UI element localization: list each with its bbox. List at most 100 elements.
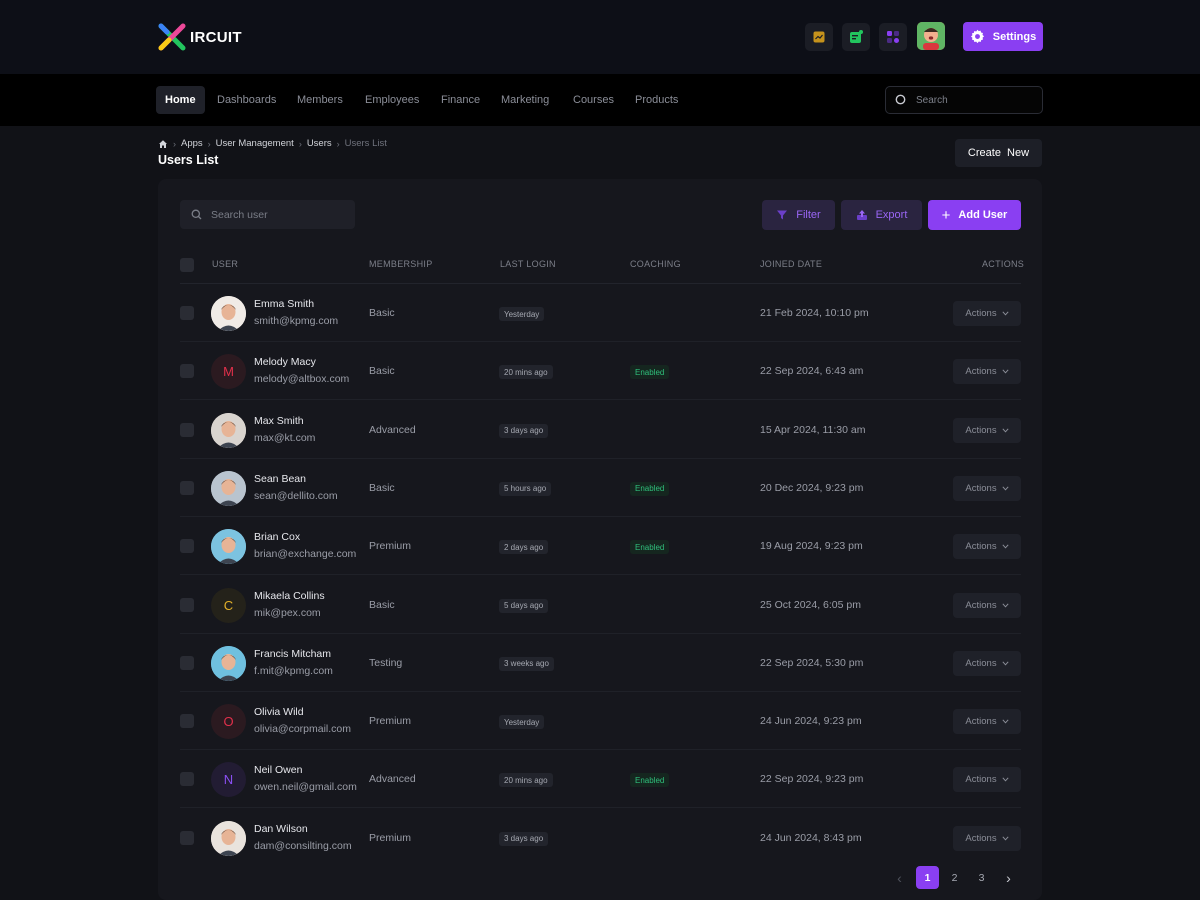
actions-dropdown-button[interactable]: Actions (953, 359, 1021, 385)
table-row[interactable]: O Olivia Wild olivia@corpmail.com Premiu… (158, 692, 1042, 751)
avatar (211, 470, 246, 506)
table-row[interactable]: Dan Wilson dam@consilting.com Premium 3 … (158, 809, 1042, 867)
brand-logo[interactable]: IRCUIT (157, 22, 242, 52)
breadcrumb-users[interactable]: Users (307, 138, 332, 149)
actions-label: Actions (965, 657, 997, 669)
nav-item-marketing[interactable]: Marketing (492, 86, 558, 114)
membership-value: Advanced (369, 423, 416, 436)
membership-value: Basic (369, 598, 395, 611)
row-checkbox[interactable] (180, 597, 194, 612)
filter-label: Filter (796, 209, 821, 221)
filter-button[interactable]: Filter (762, 200, 835, 230)
header-coaching[interactable]: COACHING (630, 259, 681, 269)
pagination-page-2[interactable]: 2 (943, 866, 966, 889)
row-checkbox[interactable] (180, 364, 194, 379)
nav-item-employees[interactable]: Employees (356, 86, 428, 114)
user-name[interactable]: Max Smith (254, 415, 304, 427)
last-login-badge: 3 weeks ago (499, 656, 554, 671)
actions-dropdown-button[interactable]: Actions (953, 534, 1021, 560)
actions-dropdown-button[interactable]: Actions (953, 709, 1021, 735)
pagination-next-button[interactable]: › (997, 866, 1020, 889)
membership-value: Premium (369, 715, 412, 728)
header-user[interactable]: USER (212, 259, 238, 269)
export-button[interactable]: Export (841, 200, 922, 230)
user-email: sean@dellito.com (254, 489, 338, 502)
table-row[interactable]: Sean Bean sean@dellito.com Basic 5 hours… (158, 459, 1042, 517)
user-name[interactable]: Olivia Wild (254, 706, 304, 718)
document-icon (850, 30, 863, 43)
row-checkbox[interactable] (180, 539, 194, 554)
chevron-right-icon: › (173, 138, 176, 149)
chevron-right-icon: › (298, 138, 302, 149)
avatar (211, 645, 246, 681)
add-user-button[interactable]: + Add User (928, 200, 1021, 230)
pagination-prev-button[interactable]: ‹ (888, 866, 911, 889)
chevron-down-icon (1002, 777, 1009, 782)
user-avatar[interactable] (917, 22, 945, 50)
nav-item-products[interactable]: Products (626, 86, 687, 114)
row-checkbox[interactable] (180, 830, 194, 845)
table-row[interactable]: Brian Cox brian@exchange.com Premium 2 d… (158, 517, 1042, 576)
breadcrumb-user-management[interactable]: User Management (216, 138, 294, 149)
actions-dropdown-button[interactable]: Actions (953, 825, 1021, 851)
last-login-badge: 20 mins ago (499, 365, 553, 380)
actions-dropdown-button[interactable]: Actions (953, 767, 1021, 793)
actions-dropdown-button[interactable]: Actions (953, 592, 1021, 618)
user-name[interactable]: Sean Bean (254, 473, 306, 485)
pagination-page-1[interactable]: 1 (916, 866, 939, 889)
actions-dropdown-button[interactable]: Actions (953, 301, 1021, 326)
search-user-input[interactable]: Search user (180, 200, 355, 229)
chart-app-button[interactable] (805, 23, 833, 51)
last-login-badge: 3 days ago (499, 423, 549, 438)
home-icon[interactable] (158, 139, 168, 149)
actions-dropdown-button[interactable]: Actions (953, 417, 1021, 443)
chart-line-icon (813, 31, 825, 43)
last-login-badge: Yesterday (499, 715, 545, 730)
table-row[interactable]: Emma Smith smith@kpmg.com Basic Yesterda… (158, 284, 1042, 342)
header-membership[interactable]: MEMBERSHIP (369, 259, 433, 269)
nav-item-courses[interactable]: Courses (564, 86, 623, 114)
user-name[interactable]: Mikaela Collins (254, 590, 325, 602)
table-row[interactable]: C Mikaela Collins mik@pex.com Basic 5 da… (158, 576, 1042, 634)
nav-item-finance[interactable]: Finance (432, 86, 489, 114)
row-checkbox[interactable] (180, 306, 194, 320)
membership-value: Basic (369, 307, 395, 319)
apps-grid-button[interactable] (879, 23, 907, 51)
user-email: f.mit@kpmg.com (254, 664, 333, 677)
row-checkbox[interactable] (180, 655, 194, 670)
row-checkbox[interactable] (180, 422, 194, 437)
user-name[interactable]: Neil Owen (254, 764, 302, 776)
header-last-login[interactable]: LAST LOGIN (500, 259, 556, 269)
table-row[interactable]: Max Smith max@kt.com Advanced 3 days ago… (158, 401, 1042, 459)
user-email: melody@altbox.com (254, 373, 350, 386)
notes-app-button[interactable] (842, 23, 870, 51)
avatar-initial: M (223, 364, 234, 380)
select-all-checkbox[interactable] (180, 258, 194, 272)
create-new-button[interactable]: Create New (955, 139, 1042, 167)
table-row[interactable]: N Neil Owen owen.neil@gmail.com Advanced… (158, 750, 1042, 809)
breadcrumb-apps[interactable]: Apps (181, 138, 203, 149)
filter-icon (777, 210, 788, 220)
actions-dropdown-button[interactable]: Actions (953, 650, 1021, 676)
user-name[interactable]: Melody Macy (254, 356, 316, 368)
settings-button[interactable]: Settings (963, 22, 1043, 51)
user-name[interactable]: Francis Mitcham (254, 648, 331, 660)
user-email: mik@pex.com (254, 606, 321, 619)
header-joined-date[interactable]: JOINED DATE (760, 259, 822, 269)
pagination-page-3[interactable]: 3 (970, 866, 993, 889)
row-checkbox[interactable] (180, 714, 194, 729)
row-checkbox[interactable] (180, 480, 194, 495)
user-name[interactable]: Brian Cox (254, 531, 300, 543)
user-name[interactable]: Emma Smith (254, 298, 314, 310)
table-row[interactable]: Francis Mitcham f.mit@kpmg.com Testing 3… (158, 634, 1042, 692)
users-card: Search user Filter Export + Add User USE… (158, 179, 1042, 900)
actions-dropdown-button[interactable]: Actions (953, 475, 1021, 501)
table-row[interactable]: M Melody Macy melody@altbox.com Basic 20… (158, 342, 1042, 401)
user-name[interactable]: Dan Wilson (254, 823, 308, 835)
joined-date: 24 Jun 2024, 9:23 pm (760, 715, 862, 728)
nav-item-dashboards[interactable]: Dashboards (208, 86, 285, 114)
global-search-input[interactable]: Search (885, 86, 1043, 114)
nav-item-members[interactable]: Members (288, 86, 352, 114)
row-checkbox[interactable] (180, 772, 194, 787)
nav-item-home[interactable]: Home (156, 86, 205, 114)
